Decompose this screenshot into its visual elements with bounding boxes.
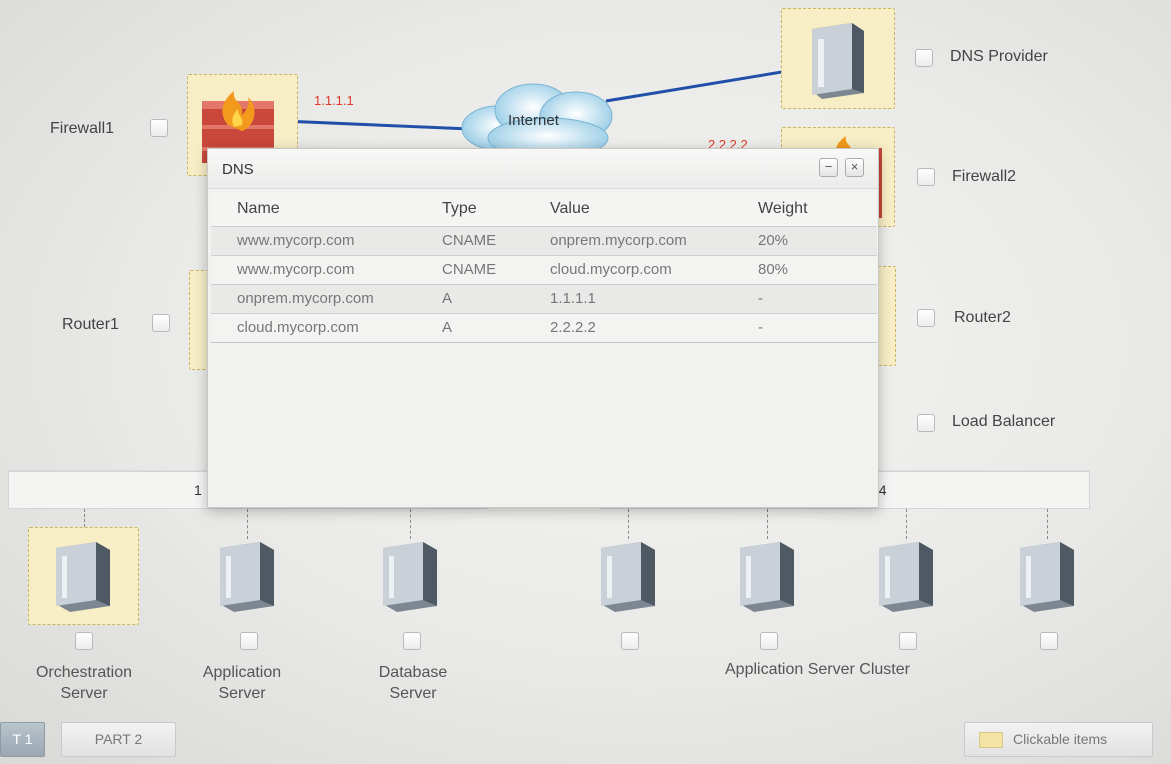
firewall2-label: Firewall2 — [952, 168, 1017, 185]
close-icon: × — [850, 159, 859, 174]
server-icon[interactable] — [875, 540, 937, 612]
table-row[interactable]: onprem.mycorp.com A 1.1.1.1 - — [211, 283, 877, 313]
column-header-value: Value — [524, 193, 732, 226]
table-row[interactable]: www.mycorp.com CNAME onprem.mycorp.com 2… — [211, 225, 877, 255]
column-header-name: Name — [211, 193, 416, 226]
drop-line — [247, 509, 248, 539]
record-name: www.mycorp.com — [211, 254, 416, 284]
router1-label: Router1 — [62, 316, 119, 333]
record-name: cloud.mycorp.com — [211, 312, 416, 343]
server-icon[interactable] — [216, 540, 278, 612]
record-name: www.mycorp.com — [211, 225, 416, 255]
record-weight: 80% — [732, 254, 877, 284]
database-server-label: Database Server — [378, 664, 448, 702]
load-balancer-checkbox[interactable] — [917, 414, 935, 432]
part1-tab[interactable]: T 1 — [0, 722, 45, 757]
record-type: CNAME — [416, 225, 524, 255]
cluster-server-2-checkbox[interactable] — [760, 632, 778, 650]
record-value: 1.1.1.1 — [524, 283, 732, 313]
server-icon[interactable] — [736, 540, 798, 612]
table-row[interactable]: cloud.mycorp.com A 2.2.2.2 - — [211, 312, 877, 343]
application-server-checkbox[interactable] — [240, 632, 258, 650]
dns-dialog-title: DNS — [222, 161, 254, 178]
drop-line — [84, 509, 85, 527]
dns-records-table: Name Type Value Weight www.mycorp.com CN… — [211, 193, 877, 343]
dns-provider-node[interactable] — [781, 8, 895, 109]
record-type: CNAME — [416, 254, 524, 284]
minimize-button[interactable]: − — [819, 158, 838, 177]
legend-label: Clickable items — [1013, 731, 1108, 747]
dns-dialog-titlebar[interactable]: DNS − × — [208, 149, 878, 189]
record-name: onprem.mycorp.com — [211, 283, 416, 313]
database-server-checkbox[interactable] — [403, 632, 421, 650]
orchestration-server-checkbox[interactable] — [75, 632, 93, 650]
switch-left-label: 1 — [194, 482, 202, 498]
record-value: 2.2.2.2 — [524, 312, 732, 343]
cluster-server-1-checkbox[interactable] — [621, 632, 639, 650]
drop-line — [410, 509, 411, 539]
record-type: A — [416, 283, 524, 313]
record-type: A — [416, 312, 524, 343]
dns-provider-label: DNS Provider — [950, 48, 1048, 65]
drop-line — [1047, 509, 1048, 539]
drop-line — [767, 509, 768, 539]
firewall1-label: Firewall1 — [50, 120, 115, 137]
firewall1-checkbox[interactable] — [150, 119, 168, 137]
part2-tab[interactable]: PART 2 — [61, 722, 176, 757]
cluster-server-3-checkbox[interactable] — [899, 632, 917, 650]
table-header-row: Name Type Value Weight — [211, 193, 877, 226]
internet-label: Internet — [508, 112, 559, 129]
application-server-label: Application Server — [202, 664, 282, 702]
server-icon — [812, 23, 864, 99]
server-icon[interactable] — [597, 540, 659, 612]
clickable-items-legend: Clickable items — [964, 722, 1153, 757]
table-row[interactable]: www.mycorp.com CNAME cloud.mycorp.com 80… — [211, 254, 877, 284]
server-icon — [56, 542, 110, 612]
application-server-cluster-label: Application Server Cluster — [725, 661, 910, 678]
server-icon[interactable] — [1016, 540, 1078, 612]
column-header-type: Type — [416, 193, 524, 226]
load-balancer-label: Load Balancer — [952, 413, 1056, 430]
column-header-weight: Weight — [732, 193, 877, 226]
close-button[interactable]: × — [845, 158, 864, 177]
record-weight: - — [732, 312, 877, 343]
firewall1-internet-link — [282, 119, 471, 131]
drop-line — [628, 509, 629, 539]
firewall1-ip: 1.1.1.1 — [314, 93, 354, 108]
dns-provider-checkbox[interactable] — [915, 49, 933, 67]
router2-checkbox[interactable] — [917, 309, 935, 327]
router1-checkbox[interactable] — [152, 314, 170, 332]
cluster-server-4-checkbox[interactable] — [1040, 632, 1058, 650]
orchestration-server-label: Orchestration Server — [35, 664, 133, 702]
record-value: onprem.mycorp.com — [524, 225, 732, 255]
part1-tab-label: T 1 — [12, 731, 33, 747]
minimize-icon: − — [824, 159, 833, 174]
server-icon[interactable] — [379, 540, 441, 612]
record-value: cloud.mycorp.com — [524, 254, 732, 284]
legend-swatch — [979, 732, 1003, 748]
firewall2-checkbox[interactable] — [917, 168, 935, 186]
record-weight: 20% — [732, 225, 877, 255]
drop-line — [906, 509, 907, 539]
record-weight: - — [732, 283, 877, 313]
router2-label: Router2 — [954, 309, 1011, 326]
dns-dialog: DNS − × Name Type Value Weight www.mycor… — [207, 148, 879, 508]
part2-tab-label: PART 2 — [94, 731, 143, 747]
